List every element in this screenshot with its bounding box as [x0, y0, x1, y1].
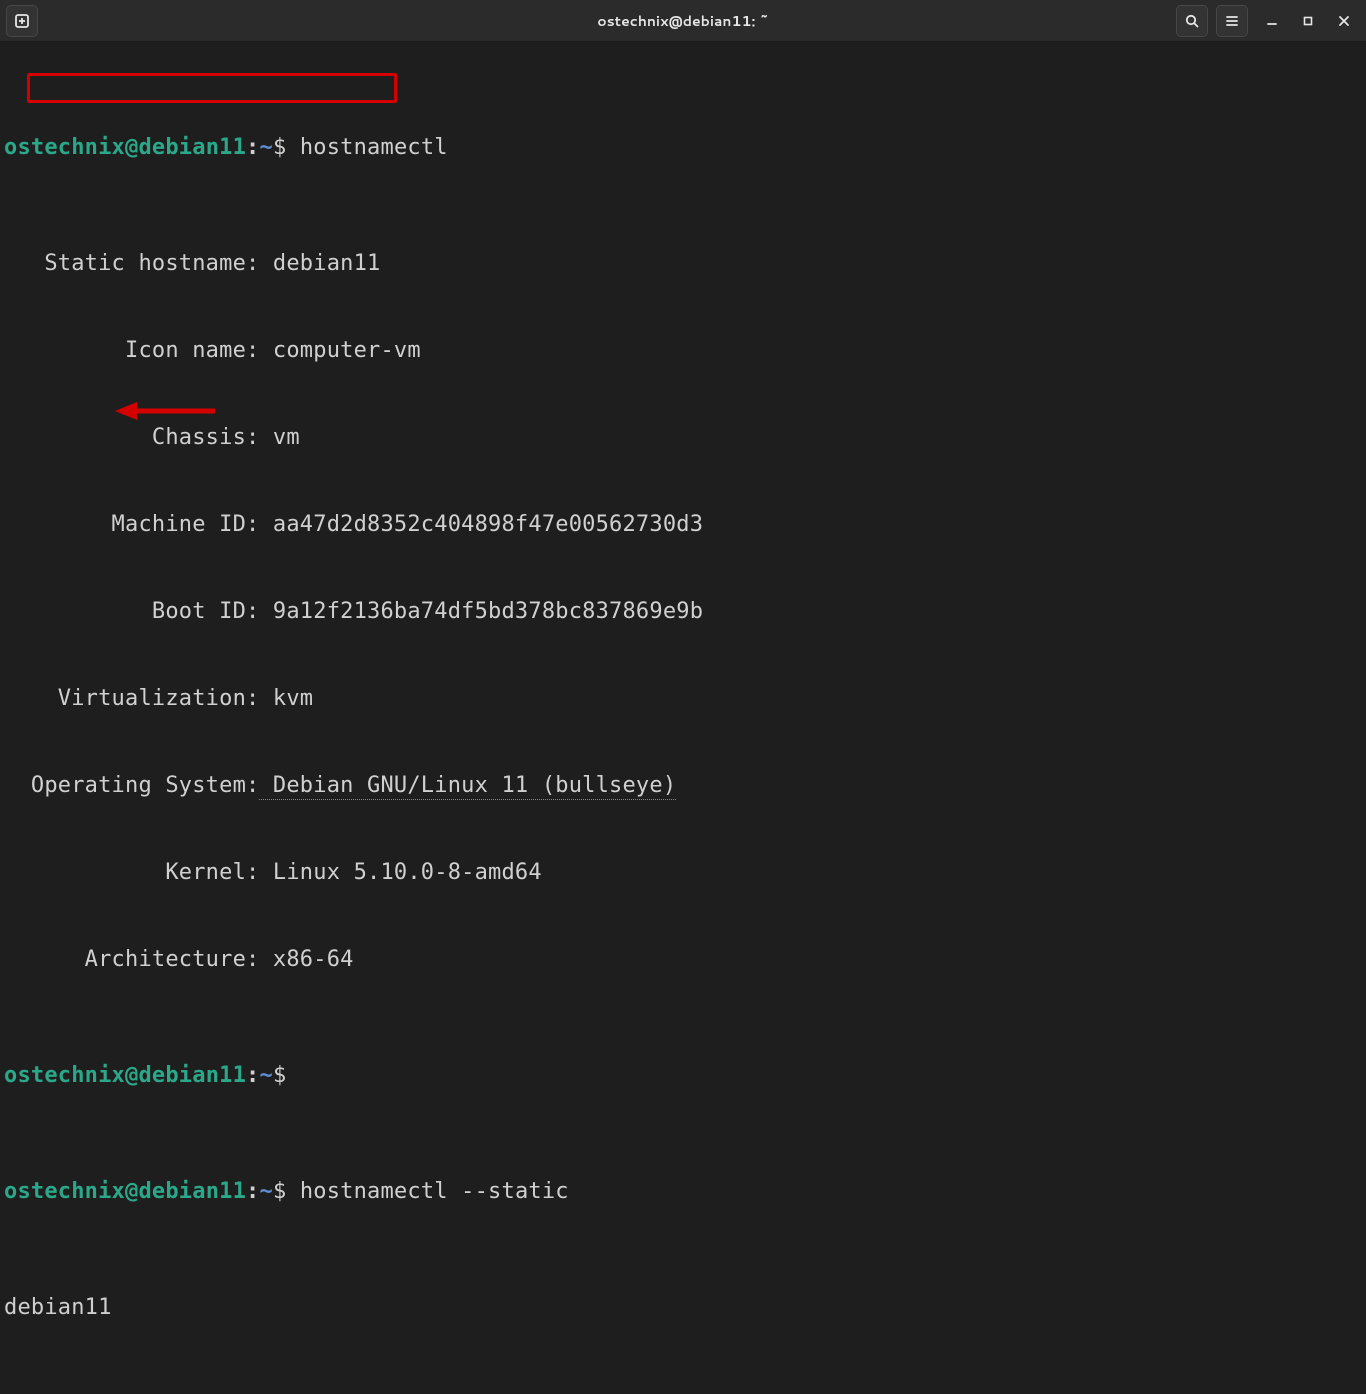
output-value: computer-vm: [259, 338, 420, 363]
close-icon: [1336, 13, 1352, 29]
titlebar-right: [1176, 5, 1360, 37]
terminal-line: Boot ID: 9a12f2136ba74df5bd378bc837869e9…: [4, 597, 1362, 626]
output-label: Machine ID:: [4, 512, 259, 537]
output-label: Chassis:: [4, 425, 259, 450]
terminal-line: ostechnix@debian11:~$ hostnamectl --stat…: [4, 1177, 1362, 1206]
output-value: Debian GNU/Linux 11 (bullseye): [259, 773, 676, 800]
hamburger-icon: [1224, 13, 1240, 29]
terminal-line: Operating System: Debian GNU/Linux 11 (b…: [4, 771, 1362, 800]
prompt-host: debian11: [138, 135, 246, 160]
menu-button[interactable]: [1216, 5, 1248, 37]
output-label: Icon name:: [4, 338, 259, 363]
titlebar: ostechnix@debian11: ~: [0, 0, 1366, 42]
terminal-line: Kernel: Linux 5.10.0-8-amd64: [4, 858, 1362, 887]
terminal-line: debian11: [4, 1293, 1362, 1322]
search-icon: [1184, 13, 1200, 29]
prompt-symbol: $: [273, 1179, 300, 1204]
minimize-icon: [1264, 13, 1280, 29]
terminal-line: ostechnix@debian11:~$: [4, 1061, 1362, 1090]
annotation-highlight-box: [27, 73, 397, 103]
annotation-arrow: [115, 400, 215, 422]
output-value: kvm: [259, 686, 313, 711]
prompt-user: ostechnix: [4, 135, 125, 160]
maximize-button[interactable]: [1292, 5, 1324, 37]
output-value: 9a12f2136ba74df5bd378bc837869e9b: [259, 599, 703, 624]
maximize-icon: [1300, 13, 1316, 29]
terminal-line: Virtualization: kvm: [4, 684, 1362, 713]
prompt-path: ~: [259, 135, 272, 160]
output-label: Kernel:: [4, 860, 259, 885]
output-label: Virtualization:: [4, 686, 259, 711]
prompt-user: ostechnix: [4, 1179, 125, 1204]
prompt-host: debian11: [138, 1063, 246, 1088]
close-button[interactable]: [1328, 5, 1360, 37]
terminal-line: ostechnix@debian11:~$ hostnamectl: [4, 133, 1362, 162]
prompt-colon: :: [246, 1179, 259, 1204]
terminal-line: Chassis: vm: [4, 423, 1362, 452]
prompt-path: ~: [259, 1063, 272, 1088]
minimize-button[interactable]: [1256, 5, 1288, 37]
prompt-symbol: $: [273, 135, 300, 160]
search-button[interactable]: [1176, 5, 1208, 37]
command-text: hostnamectl: [300, 135, 448, 160]
terminal-line: Icon name: computer-vm: [4, 336, 1362, 365]
terminal-line: Architecture: x86-64: [4, 945, 1362, 974]
terminal-line: Static hostname: debian11: [4, 249, 1362, 278]
output-value: aa47d2d8352c404898f47e00562730d3: [259, 512, 703, 537]
output-value: debian11: [259, 251, 380, 276]
output-value: x86-64: [259, 947, 353, 972]
output-label: Architecture:: [4, 947, 259, 972]
output-value: debian11: [4, 1295, 112, 1320]
new-tab-icon: [14, 13, 30, 29]
output-label: Operating System:: [4, 773, 259, 798]
prompt-colon: :: [246, 1063, 259, 1088]
output-label: Boot ID:: [4, 599, 259, 624]
terminal-body[interactable]: ostechnix@debian11:~$ hostnamectl Static…: [0, 42, 1366, 1394]
prompt-symbol: $: [273, 1063, 300, 1088]
output-value: Linux 5.10.0-8-amd64: [259, 860, 541, 885]
prompt-path: ~: [259, 1179, 272, 1204]
command-text: hostnamectl --static: [300, 1179, 569, 1204]
output-value: vm: [259, 425, 299, 450]
prompt-host: debian11: [138, 1179, 246, 1204]
titlebar-left: [6, 5, 42, 37]
terminal-line: Machine ID: aa47d2d8352c404898f47e005627…: [4, 510, 1362, 539]
new-tab-button[interactable]: [6, 5, 38, 37]
window-title: ostechnix@debian11: ~: [597, 11, 769, 31]
prompt-colon: :: [246, 135, 259, 160]
prompt-at: @: [125, 1179, 138, 1204]
prompt-at: @: [125, 135, 138, 160]
prompt-at: @: [125, 1063, 138, 1088]
prompt-user: ostechnix: [4, 1063, 125, 1088]
output-label: Static hostname:: [4, 251, 259, 276]
